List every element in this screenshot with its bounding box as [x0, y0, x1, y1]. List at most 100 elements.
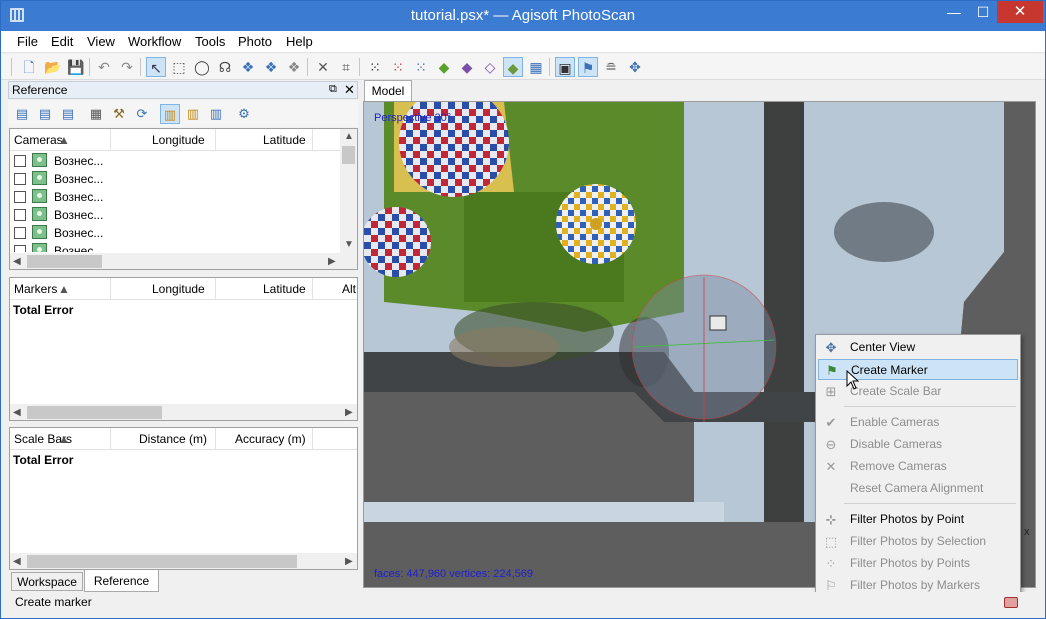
- table-row[interactable]: Вознес...: [10, 206, 340, 224]
- menu-item-filter-photos-by-points[interactable]: ⁘ Filter Photos by Points: [818, 553, 1018, 574]
- model-wireframe-icon[interactable]: ◇: [480, 57, 500, 77]
- show-markers-icon[interactable]: ⚑: [578, 57, 598, 77]
- scroll-thumb[interactable]: [27, 255, 102, 268]
- scroll-thumb[interactable]: [27, 406, 162, 419]
- col-longitude[interactable]: Longitude: [152, 133, 205, 147]
- optimize-wand-icon[interactable]: ⚒: [109, 104, 129, 124]
- menu-workflow[interactable]: Workflow: [128, 34, 181, 49]
- scroll-left-icon[interactable]: ◀: [13, 556, 21, 567]
- point-cloud-icon[interactable]: ⁙: [365, 57, 385, 77]
- col-distance[interactable]: Distance (m): [139, 432, 207, 446]
- tab-model[interactable]: Model: [364, 80, 412, 101]
- delete-selection-icon[interactable]: ✕: [313, 57, 333, 77]
- update-icon[interactable]: ⟳: [132, 104, 152, 124]
- clear-icon[interactable]: ▤: [58, 104, 78, 124]
- scroll-left-icon[interactable]: ◀: [13, 256, 21, 267]
- free-form-selection-icon[interactable]: ☊: [215, 57, 235, 77]
- markers-horizontal-scrollbar[interactable]: ◀ ▶: [10, 404, 357, 420]
- scroll-thumb[interactable]: [342, 146, 355, 164]
- menu-file[interactable]: File: [17, 34, 38, 49]
- window-title: tutorial.psx* — Agisoft PhotoScan: [410, 7, 636, 24]
- menu-view[interactable]: View: [87, 34, 115, 49]
- scroll-right-icon[interactable]: ▶: [328, 256, 336, 267]
- reset-view-icon[interactable]: ✥: [625, 57, 645, 77]
- model-shaded-icon[interactable]: ◆: [434, 57, 454, 77]
- menu-item-reset-camera-alignment[interactable]: Reset Camera Alignment: [818, 478, 1018, 499]
- rectangle-selection-icon[interactable]: ⬚: [169, 57, 189, 77]
- new-document-icon[interactable]: 🗋: [19, 57, 39, 77]
- menu-item-filter-photos-by-selection[interactable]: ⬚ Filter Photos by Selection: [818, 531, 1018, 552]
- tab-workspace[interactable]: Workspace: [11, 572, 83, 591]
- camera-checkbox[interactable]: [14, 191, 26, 203]
- calculator-icon[interactable]: ▦: [86, 104, 106, 124]
- tab-reference[interactable]: Reference: [84, 570, 159, 592]
- scroll-up-icon[interactable]: ▲: [344, 131, 354, 142]
- camera-checkbox[interactable]: [14, 227, 26, 239]
- table-row[interactable]: Вознес...: [10, 188, 340, 206]
- col-latitude[interactable]: Latitude: [263, 133, 306, 147]
- navigation-cursor-icon[interactable]: ↖: [146, 57, 166, 77]
- model-textured-icon[interactable]: ◆: [503, 57, 523, 77]
- scroll-thumb[interactable]: [27, 555, 297, 568]
- menu-item-center-view[interactable]: ✥ Center View: [818, 337, 1018, 358]
- close-panel-icon[interactable]: ✕: [344, 82, 355, 98]
- menu-item-remove-cameras[interactable]: ✕ Remove Cameras: [818, 456, 1018, 477]
- save-icon[interactable]: 💾: [66, 57, 86, 77]
- undo-icon[interactable]: ↶: [94, 57, 114, 77]
- import-icon[interactable]: ▤: [12, 104, 32, 124]
- sort-arrow-icon: ▲: [58, 282, 70, 296]
- camera-checkbox[interactable]: [14, 155, 26, 167]
- col-cameras[interactable]: Cameras: [14, 133, 63, 147]
- minimize-button[interactable]: —: [939, 1, 969, 23]
- menu-edit[interactable]: Edit: [51, 34, 73, 49]
- camera-checkbox[interactable]: [14, 245, 26, 252]
- menu-item-disable-cameras[interactable]: ⊖ Disable Cameras: [818, 434, 1018, 455]
- close-button[interactable]: ✕: [997, 1, 1043, 23]
- cameras-horizontal-scrollbar[interactable]: ◀ ▶: [10, 253, 357, 269]
- scroll-left-icon[interactable]: ◀: [13, 407, 21, 418]
- rotate-region-icon[interactable]: ❖: [284, 57, 304, 77]
- view-estimated-icon[interactable]: ▥: [183, 104, 203, 124]
- resize-region-icon[interactable]: ❖: [261, 57, 281, 77]
- col-longitude[interactable]: Longitude: [152, 282, 205, 296]
- table-row[interactable]: Вознес...: [10, 242, 340, 252]
- col-accuracy[interactable]: Accuracy (m): [235, 432, 306, 446]
- viewport-close-icon[interactable]: x: [1024, 526, 1030, 538]
- crop-selection-icon[interactable]: ⌗: [336, 57, 356, 77]
- scroll-right-icon[interactable]: ▶: [345, 407, 353, 418]
- scroll-right-icon[interactable]: ▶: [345, 556, 353, 567]
- show-cameras-icon[interactable]: ▣: [555, 57, 575, 77]
- circle-selection-icon[interactable]: ◯: [192, 57, 212, 77]
- scale-bars-horizontal-scrollbar[interactable]: ◀ ▶: [10, 553, 357, 569]
- table-row[interactable]: Вознес...: [10, 152, 340, 170]
- menu-item-filter-photos-by-point[interactable]: ⊹ Filter Photos by Point: [818, 509, 1018, 530]
- col-markers[interactable]: Markers: [14, 282, 57, 296]
- open-folder-icon[interactable]: 📂: [43, 57, 63, 77]
- view-errors-icon[interactable]: ▥: [206, 104, 226, 124]
- table-row[interactable]: Вознес...: [10, 224, 340, 242]
- settings-tools-icon[interactable]: ⚙: [234, 104, 254, 124]
- export-icon[interactable]: ▤: [35, 104, 55, 124]
- scroll-down-icon[interactable]: ▼: [344, 239, 354, 250]
- dense-cloud-classes-icon[interactable]: ⁙: [411, 57, 431, 77]
- cameras-vertical-scrollbar[interactable]: ▲ ▼: [340, 129, 357, 253]
- view-source-icon[interactable]: ▥: [160, 104, 180, 124]
- camera-checkbox[interactable]: [14, 209, 26, 221]
- dense-cloud-icon[interactable]: ⁙: [388, 57, 408, 77]
- redo-icon[interactable]: ↷: [117, 57, 137, 77]
- menu-item-enable-cameras[interactable]: ✔ Enable Cameras: [818, 412, 1018, 433]
- menu-photo[interactable]: Photo: [238, 34, 272, 49]
- show-region-icon[interactable]: ≘: [601, 57, 621, 77]
- tiled-model-icon[interactable]: ▦: [526, 57, 546, 77]
- status-warning-icon[interactable]: [1004, 597, 1018, 608]
- table-row[interactable]: Вознес...: [10, 170, 340, 188]
- move-region-icon[interactable]: ❖: [238, 57, 258, 77]
- col-altitude[interactable]: Alt: [342, 282, 356, 296]
- restore-icon[interactable]: ⧉: [329, 83, 337, 96]
- model-solid-icon[interactable]: ◆: [457, 57, 477, 77]
- menu-help[interactable]: Help: [286, 34, 313, 49]
- col-latitude[interactable]: Latitude: [263, 282, 306, 296]
- camera-checkbox[interactable]: [14, 173, 26, 185]
- maximize-button[interactable]: ☐: [969, 1, 997, 23]
- menu-tools[interactable]: Tools: [195, 34, 225, 49]
